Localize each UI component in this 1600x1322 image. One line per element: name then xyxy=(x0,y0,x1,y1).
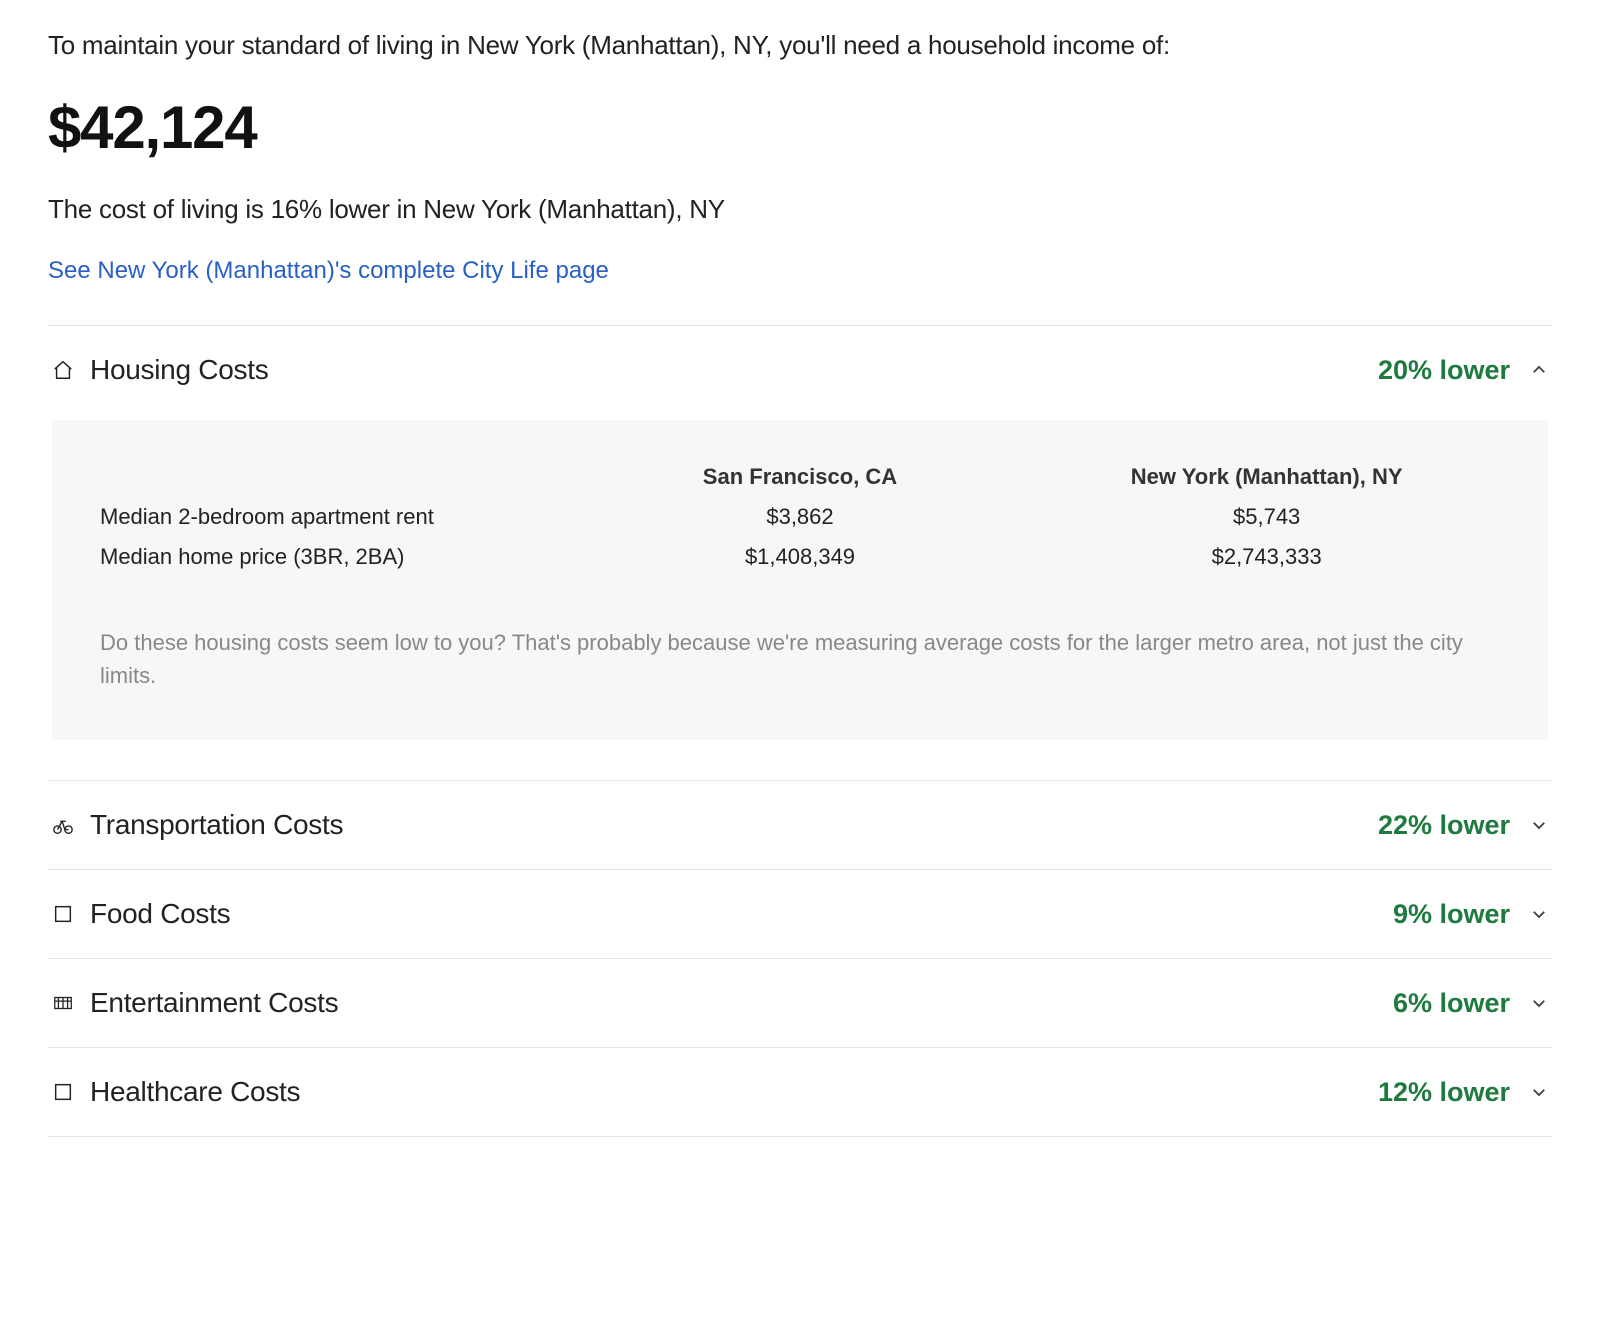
food-icon xyxy=(52,903,74,925)
housing-expanded-panel: San Francisco, CA New York (Manhattan), … xyxy=(52,420,1548,740)
col-summary-text: The cost of living is 16% lower in New Y… xyxy=(48,194,1552,225)
section-row-housing[interactable]: Housing Costs 20% lower xyxy=(48,326,1552,414)
table-row-value-a: $3,862 xyxy=(567,504,1034,530)
bicycle-icon xyxy=(52,814,74,836)
section-delta: 9% lower xyxy=(1393,899,1510,930)
table-header-city-b: New York (Manhattan), NY xyxy=(1033,464,1500,490)
section-row-healthcare[interactable]: Healthcare Costs 12% lower xyxy=(48,1048,1552,1136)
healthcare-icon xyxy=(52,1081,74,1103)
section-delta: 20% lower xyxy=(1378,355,1510,386)
house-icon xyxy=(52,359,74,381)
chevron-down-icon xyxy=(1530,994,1548,1012)
section-row-food[interactable]: Food Costs 9% lower xyxy=(48,870,1552,958)
section-title: Housing Costs xyxy=(90,354,268,386)
divider xyxy=(48,1136,1552,1137)
section-title: Entertainment Costs xyxy=(90,987,338,1019)
section-delta: 6% lower xyxy=(1393,988,1510,1019)
section-row-transportation[interactable]: Transportation Costs 22% lower xyxy=(48,781,1552,869)
table-row-value-b: $5,743 xyxy=(1033,504,1500,530)
entertainment-icon xyxy=(52,992,74,1014)
housing-table: San Francisco, CA New York (Manhattan), … xyxy=(100,464,1500,570)
table-row-value-b: $2,743,333 xyxy=(1033,544,1500,570)
chevron-up-icon xyxy=(1530,361,1548,379)
table-row-value-a: $1,408,349 xyxy=(567,544,1034,570)
housing-note: Do these housing costs seem low to you? … xyxy=(100,626,1500,692)
table-header-city-a: San Francisco, CA xyxy=(567,464,1034,490)
chevron-down-icon xyxy=(1530,816,1548,834)
required-income-amount: $42,124 xyxy=(48,93,1552,162)
section-title: Food Costs xyxy=(90,898,230,930)
section-row-entertainment[interactable]: Entertainment Costs 6% lower xyxy=(48,959,1552,1047)
section-delta: 22% lower xyxy=(1378,810,1510,841)
table-row-label: Median home price (3BR, 2BA) xyxy=(100,544,567,570)
chevron-down-icon xyxy=(1530,905,1548,923)
table-row-label: Median 2-bedroom apartment rent xyxy=(100,504,567,530)
chevron-down-icon xyxy=(1530,1083,1548,1101)
intro-text: To maintain your standard of living in N… xyxy=(48,30,1552,61)
section-title: Transportation Costs xyxy=(90,809,343,841)
city-life-link[interactable]: See New York (Manhattan)'s complete City… xyxy=(48,257,609,285)
section-title: Healthcare Costs xyxy=(90,1076,300,1108)
section-delta: 12% lower xyxy=(1378,1077,1510,1108)
